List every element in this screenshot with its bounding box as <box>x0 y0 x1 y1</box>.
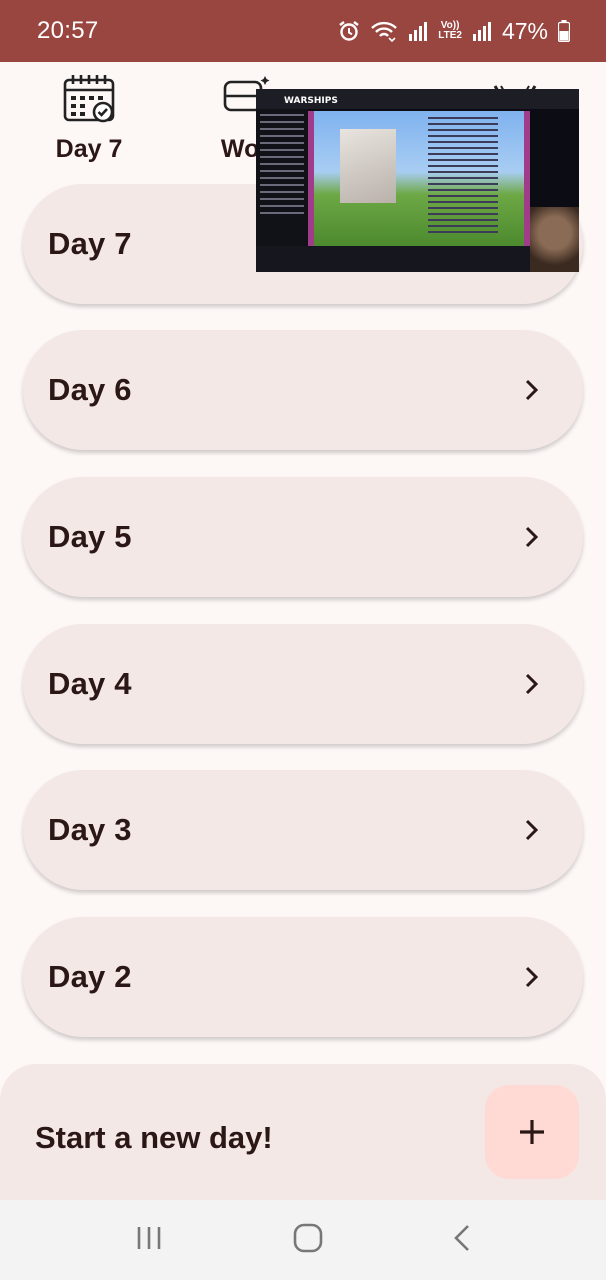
pip-text-lines <box>428 117 498 237</box>
back-button[interactable] <box>452 1223 472 1258</box>
status-bar: 20:57 Vo)) LTE2 47% <box>0 0 606 62</box>
lte-label: LTE2 <box>438 30 462 41</box>
status-icons: Vo)) LTE2 47% <box>338 18 570 45</box>
day-label: Day 7 <box>48 226 132 261</box>
day-label: Day 4 <box>48 666 132 701</box>
tab-day-7[interactable]: Day 7 <box>48 72 130 164</box>
chevron-right-icon <box>525 819 539 841</box>
pip-chat-panel <box>256 109 308 247</box>
recent-apps-icon <box>138 1226 161 1249</box>
battery-percent: 47% <box>501 17 548 44</box>
pip-cat-photo <box>340 129 396 203</box>
battery-icon <box>558 20 570 42</box>
recent-apps-button[interactable] <box>134 1225 164 1256</box>
pip-stream-content <box>308 111 530 246</box>
alarm-icon <box>338 20 360 42</box>
day-card-3[interactable]: Day 3 <box>23 770 583 890</box>
home-icon <box>293 1223 323 1252</box>
day-card-4[interactable]: Day 4 <box>23 624 583 744</box>
signal-icon <box>408 21 428 41</box>
bottom-sheet: Start a new day! <box>0 1064 606 1200</box>
back-icon <box>453 1224 469 1251</box>
wifi-icon <box>370 20 398 42</box>
day-card-6[interactable]: Day 6 <box>23 330 583 450</box>
add-day-button[interactable] <box>485 1085 579 1179</box>
day-label: Day 6 <box>48 372 132 407</box>
day-label: Day 2 <box>48 959 132 994</box>
plus-icon <box>520 1120 544 1144</box>
chevron-right-icon <box>525 526 539 548</box>
chevron-right-icon <box>525 673 539 695</box>
pip-webcam-cat <box>530 207 579 272</box>
day-label: Day 3 <box>48 812 132 847</box>
day-card-2[interactable]: Day 2 <box>23 917 583 1037</box>
pip-brand-logo: WARSHIPS <box>284 96 338 106</box>
day-card-5[interactable]: Day 5 <box>23 477 583 597</box>
chevron-right-icon <box>525 966 539 988</box>
system-nav-bar <box>0 1200 606 1280</box>
status-time: 20:57 <box>37 17 99 44</box>
day-label: Day 5 <box>48 519 132 554</box>
calendar-check-icon <box>61 75 117 130</box>
signal-icon-2 <box>472 21 492 41</box>
lte-indicator: Vo)) LTE2 <box>438 21 462 41</box>
home-button[interactable] <box>293 1223 323 1258</box>
start-new-day-label: Start a new day! <box>35 1120 273 1155</box>
tab-label: Day 7 <box>55 135 123 163</box>
chevron-right-icon <box>525 379 539 401</box>
picture-in-picture-video[interactable]: WARSHIPS <box>256 89 579 272</box>
